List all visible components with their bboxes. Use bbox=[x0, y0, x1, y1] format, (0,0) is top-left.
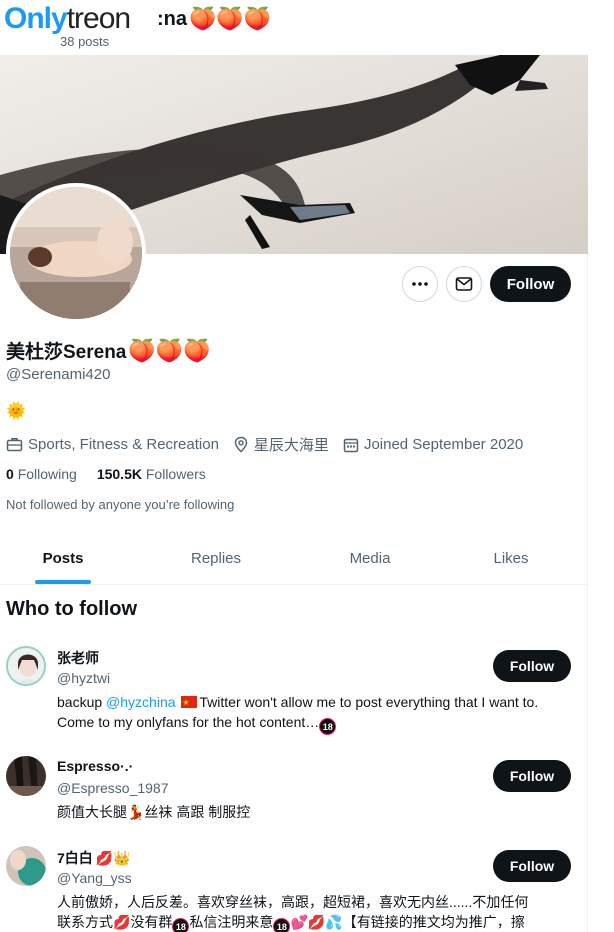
avatar-image bbox=[10, 187, 142, 319]
tab-media[interactable]: Media bbox=[306, 533, 434, 584]
peach-emoji: 🍑🍑🍑 bbox=[189, 6, 272, 31]
active-tab-indicator bbox=[35, 580, 91, 584]
right-rail bbox=[588, 0, 614, 932]
location-item: 星辰大海里 bbox=[233, 434, 329, 455]
header-name: :na 🍑🍑🍑 bbox=[157, 6, 272, 31]
suggestion-handle: @hyztwi bbox=[57, 670, 111, 686]
following-link[interactable]: 0 Following bbox=[6, 466, 77, 482]
followers-link[interactable]: 150.5K Followers bbox=[97, 466, 206, 482]
profile-page: Onlytreon :na 🍑🍑🍑 38 posts Follow 美杜莎Ser… bbox=[0, 0, 588, 932]
briefcase-icon bbox=[6, 438, 23, 452]
suggestion-follow-button[interactable]: Follow bbox=[493, 850, 571, 882]
suggestion-follow-button[interactable]: Follow bbox=[493, 760, 571, 792]
avatar-image bbox=[8, 648, 44, 684]
lips-icon: 💋 bbox=[307, 914, 326, 930]
adult-18-icon: 18 bbox=[273, 918, 291, 932]
suggestion-name[interactable]: Espresso·.· bbox=[57, 758, 133, 774]
avatar-image bbox=[6, 846, 46, 886]
suggestion-name[interactable]: 7白白 💋👑 bbox=[57, 848, 131, 868]
sweat-drops-emoji: 💦 bbox=[325, 914, 343, 930]
suggestion-bio: 颜值大长腿💃丝袜 高跟 制服控 bbox=[57, 804, 251, 820]
profile-meta: Sports, Fitness & Recreation 星辰大海里 Joine… bbox=[6, 434, 523, 455]
not-followed-note: Not followed by anyone you’re following bbox=[6, 497, 235, 512]
avatar-image bbox=[6, 756, 46, 796]
hearts-emoji: 💕 bbox=[290, 914, 308, 930]
joined-item: Joined September 2020 bbox=[343, 436, 523, 453]
tab-likes[interactable]: Likes bbox=[434, 533, 588, 584]
suggestion-name[interactable]: 张老师 bbox=[57, 648, 99, 668]
suggestion-avatar[interactable] bbox=[6, 756, 46, 796]
location-pin-icon bbox=[234, 436, 248, 453]
suggestion-bio: 人前傲娇，人后反差。喜欢穿丝袜，高跟，超短裙，喜欢无内丝......不加任何 联… bbox=[57, 892, 577, 932]
china-flag-icon bbox=[181, 693, 198, 713]
message-button[interactable] bbox=[446, 266, 482, 302]
suggestion-item[interactable]: 7白白 💋👑 @Yang_yss Follow 人前傲娇，人后反差。喜欢穿丝袜，高… bbox=[0, 840, 588, 932]
bio-sun-emoji: 🌞 bbox=[6, 403, 26, 420]
top-header: Onlytreon :na 🍑🍑🍑 38 posts bbox=[0, 0, 588, 54]
suggestion-follow-button[interactable]: Follow bbox=[493, 650, 571, 682]
suggestion-avatar[interactable] bbox=[6, 646, 46, 686]
tab-replies[interactable]: Replies bbox=[126, 533, 306, 584]
more-icon bbox=[412, 282, 428, 286]
peach-emoji: 🍑🍑🍑 bbox=[128, 337, 211, 363]
suggestion-handle: @Espresso_1987 bbox=[57, 780, 169, 796]
suggestion-handle: @Yang_yss bbox=[57, 870, 132, 886]
follow-button[interactable]: Follow bbox=[490, 266, 571, 302]
watermark-logo: Onlytreon bbox=[4, 2, 131, 35]
post-count: 38 posts bbox=[60, 34, 110, 49]
follow-counts: 0 Following 150.5K Followers bbox=[6, 466, 206, 482]
more-options-button[interactable] bbox=[402, 266, 438, 302]
profile-avatar[interactable] bbox=[6, 183, 146, 323]
who-to-follow-title: Who to follow bbox=[6, 598, 138, 620]
suggestion-avatar[interactable] bbox=[6, 846, 46, 886]
profile-tabs: Posts Replies Media Likes bbox=[0, 533, 588, 585]
category-item: Sports, Fitness & Recreation bbox=[6, 436, 219, 453]
display-name: 美杜莎Serena 🍑🍑🍑 bbox=[6, 337, 211, 364]
lips-crown-emoji: 💋👑 bbox=[95, 849, 131, 866]
mail-icon bbox=[455, 277, 473, 291]
lips-icon: 💋 bbox=[113, 914, 131, 930]
suggestion-bio: backup @hyzchina Twitter won't allow me … bbox=[57, 692, 577, 735]
adult-18-icon: 18 bbox=[319, 718, 337, 735]
mention-link[interactable]: @hyzchina bbox=[106, 694, 175, 710]
calendar-icon bbox=[343, 438, 359, 452]
profile-handle: @Serenami420 bbox=[6, 366, 111, 383]
adult-18-icon: 18 bbox=[172, 918, 190, 932]
suggestion-item[interactable]: 张老师 @hyztwi Follow backup @hyzchina Twit… bbox=[0, 640, 588, 740]
tab-posts[interactable]: Posts bbox=[0, 533, 126, 584]
suggestion-item[interactable]: Espresso·.· @Espresso_1987 Follow 颜值大长腿💃… bbox=[0, 750, 588, 830]
